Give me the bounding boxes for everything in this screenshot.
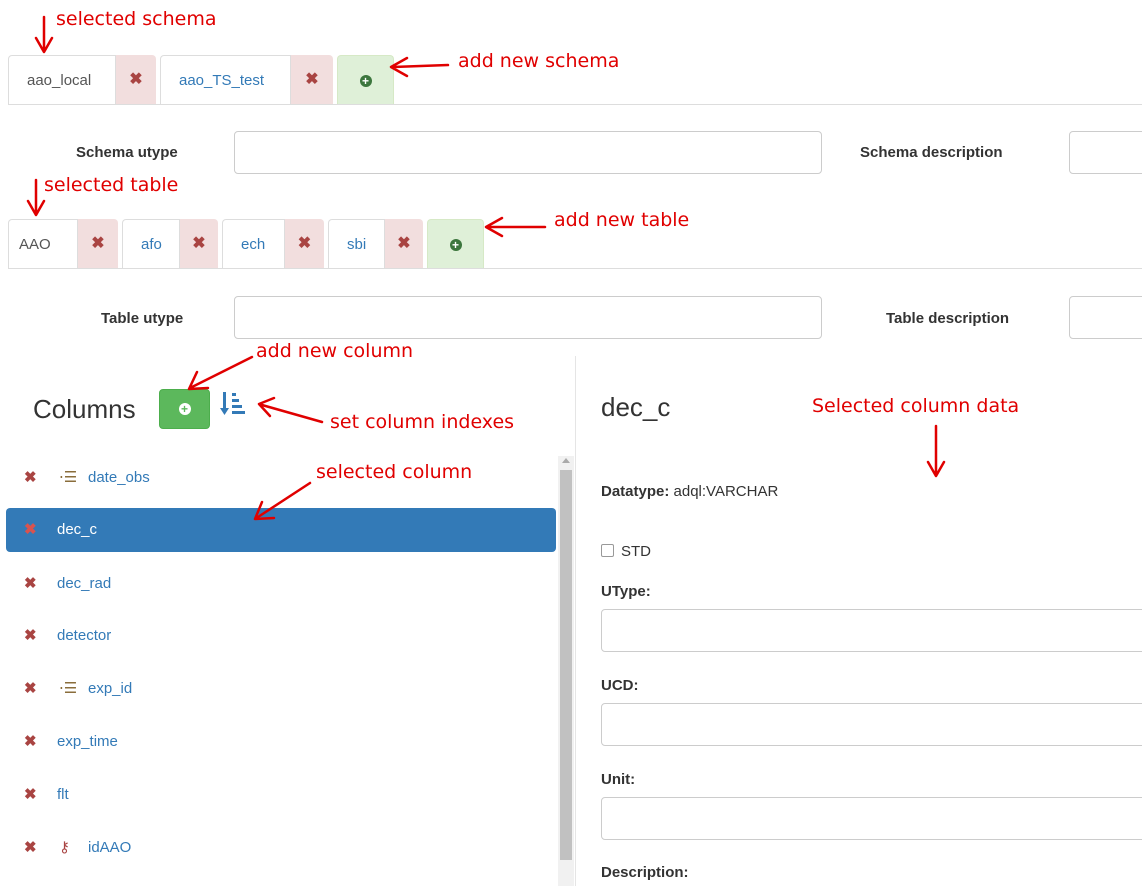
annotation-add-new-column: add new column: [256, 340, 414, 362]
annotation-add-new-table: add new table: [554, 209, 690, 231]
annotation-selected-table: selected table: [44, 174, 179, 196]
arrow-selected-schema: [34, 15, 54, 54]
annotation-arrows: [26, 15, 946, 521]
arrow-set-column-indexes: [257, 396, 324, 424]
arrow-selected-column-data: [926, 424, 946, 478]
annotation-selected-column: selected column: [316, 461, 473, 483]
annotation-set-column-indexes: set column indexes: [330, 411, 515, 433]
arrow-selected-column: [253, 481, 312, 521]
arrow-selected-table: [26, 178, 46, 217]
annotation-selected-schema: selected schema: [56, 8, 217, 30]
annotation-selected-column-data: Selected column data: [812, 395, 1020, 417]
arrow-add-new-schema: [389, 56, 450, 78]
annotation-add-new-schema: add new schema: [458, 50, 620, 72]
arrow-add-new-table: [484, 216, 547, 238]
arrow-add-new-column: [187, 355, 254, 391]
